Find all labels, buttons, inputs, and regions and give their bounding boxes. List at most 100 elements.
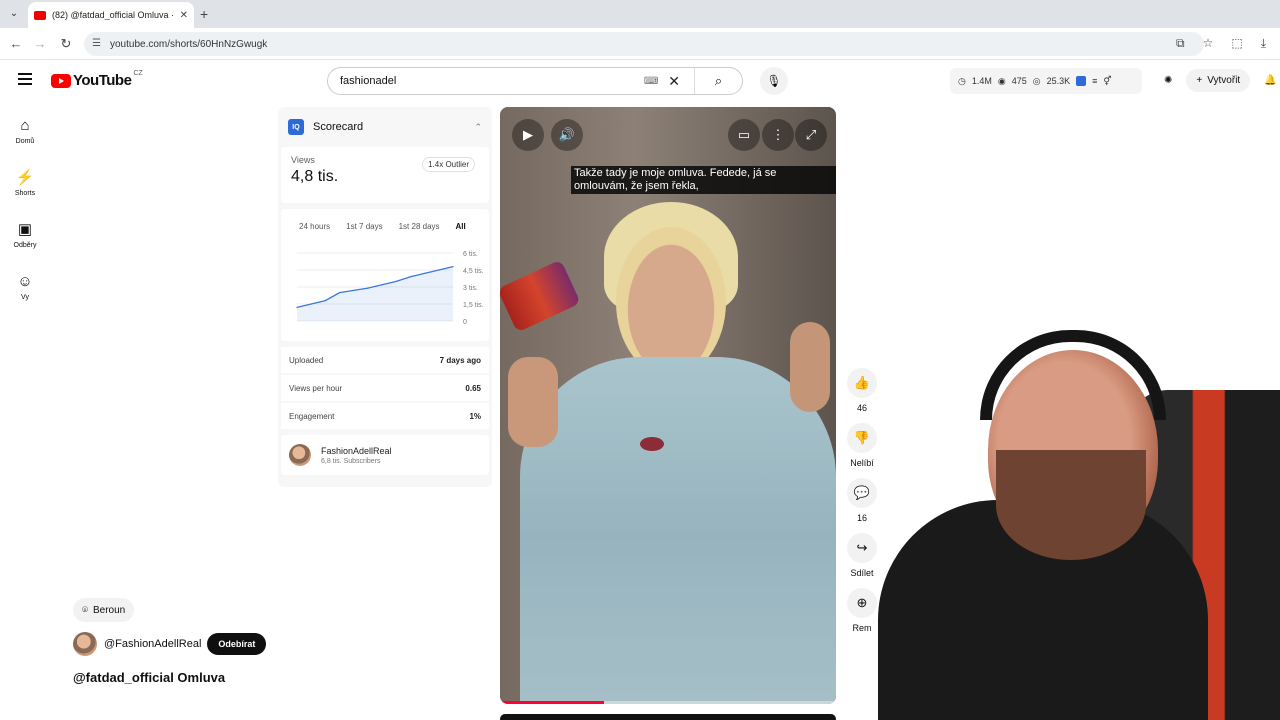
search-input[interactable]: fashionadel [328,75,644,87]
chart-y-tick: 3 tis. [463,285,478,292]
channel-avatar [289,444,311,466]
owner-handle[interactable]: @FashionAdellReal [104,638,201,650]
chart-point [409,276,412,278]
chart-point [367,287,369,289]
nav-item-you[interactable]: ☺ Vy [0,266,50,318]
range-tab-24h[interactable]: 24 hours [299,222,330,231]
voice-search-button[interactable]: 🎙 [760,67,788,95]
shorts-video-player[interactable]: ▶ 🔊 ▭ ⋮ ⤢ Takže tady je moje omluva. Fed… [500,107,836,704]
metric-engagement: Engagement 1% [281,403,489,429]
views-chart-card: 24 hours 1st 7 days 1st 28 days All 6 ti… [281,209,489,341]
nav-item-home[interactable]: ⌂ Domů [0,110,50,162]
nav-item-subscriptions[interactable]: ▣ Odběry [0,214,50,266]
channel-name: FashionAdellReal [321,445,392,456]
location-pin-icon: ⌾ [82,604,88,616]
collapse-chevron-icon[interactable]: ⌃ [474,122,482,133]
fullscreen-button[interactable]: ⤢ [795,119,827,151]
search-icon: ⌕ [714,73,723,88]
download-icon[interactable]: ⤓ [1261,36,1266,51]
stat-subs: 1.4M [971,76,992,86]
vidiq-logo-icon: IQ [288,119,304,135]
location-label: Beroun [93,604,126,616]
keyboard-icon[interactable]: ⌨ [644,76,658,87]
video-title[interactable]: @fatdad_official Omluva [73,670,225,685]
volume-button[interactable]: 🔊 [551,119,583,151]
studio-icon[interactable]: ✺ [1164,75,1172,86]
subscribe-button[interactable]: Odebírat [207,633,267,655]
video-progress-bar[interactable] [500,701,836,704]
list-icon[interactable]: ≡ [1092,76,1097,86]
video-right-hand [790,322,830,412]
metrics-list: Uploaded 7 days ago Views per hour 0.65 … [278,347,492,429]
bookmark-star-icon[interactable]: ☆ [1203,36,1214,51]
nav-label-shorts: Shorts [14,190,36,197]
nav-item-shorts[interactable]: ⚡ Shorts [0,162,50,214]
install-app-icon[interactable]: ⧉ [1176,36,1185,51]
back-icon[interactable]: ← [8,36,24,52]
gender-icon[interactable]: ⚥ [1103,76,1111,87]
notifications-icon[interactable]: 🔔 [1264,75,1276,86]
account-icon: ☺ [17,273,33,290]
chart-y-tick: 1,5 tis. [463,302,484,309]
logo-wordmark: YouTube [73,72,132,89]
range-tab-7d[interactable]: 1st 7 days [346,222,382,231]
nav-label-subscriptions: Odběry [13,242,37,249]
chart-point [395,280,397,282]
play-icon: ▶ [523,127,533,142]
hamburger-menu-icon[interactable] [18,73,32,85]
extensions-icon[interactable]: ⬚ [1231,36,1242,51]
range-tab-all[interactable]: All [456,222,466,231]
more-options-button[interactable]: ⋮ [762,119,794,151]
subscriptions-icon: ▣ [17,221,33,238]
microphone-icon: 🎙 [766,74,782,88]
search-box[interactable]: fashionadel ⌨ ✕ ⌕ [327,67,743,95]
play-button[interactable]: ▶ [512,119,544,151]
browser-actions: ⧉ ☆ ⬚ ⤓ [1176,36,1266,51]
video-owner-row: @FashionAdellReal Odebírat [73,632,267,656]
youtube-logo[interactable]: YouTube CZ [51,70,143,89]
scorecard-header[interactable]: IQ Scorecard ⌃ [278,107,492,147]
clock-icon: ◷ [958,75,966,86]
metric-value: 0.65 [465,383,481,393]
video-hoodie-print [640,437,664,451]
stat-views: 25.3K [1046,76,1071,86]
location-chip[interactable]: ⌾ Beroun [73,598,135,622]
streamer-headset [980,330,1166,420]
next-short-preview[interactable] [500,714,836,720]
captions-button[interactable]: ▭ [728,119,760,151]
tab-close-icon[interactable]: ✕ [180,10,188,21]
chart-point [424,272,426,274]
chart-point [381,284,383,286]
shorts-icon: ⚡ [15,169,35,186]
chart-point [353,289,355,291]
heart-icon: ◉ [997,75,1006,86]
plus-icon: + [1196,75,1203,86]
new-tab-button[interactable]: + [200,6,208,22]
chart-point [324,300,326,302]
forward-icon[interactable]: → [32,36,48,52]
reload-icon[interactable]: ↻ [58,36,74,52]
url-field[interactable]: ☰ youtube.com/shorts/60HnNzGwugk [84,32,1204,56]
youtube-favicon-icon [34,10,46,20]
clear-search-icon[interactable]: ✕ [668,73,680,90]
extension-stats-pill[interactable]: ◷ 1.4M ◉ 475 ◎ 25.3K ≡ ⚥ [950,68,1142,94]
outlier-badge: 1.4x Outlier [422,157,475,172]
chart-y-tick: 0 [463,319,467,326]
owner-avatar[interactable] [73,632,97,656]
search-button[interactable]: ⌕ [694,68,742,94]
chart-point [452,266,454,268]
tab-search-chevron-icon[interactable]: ⌄ [6,6,22,22]
logo-region: CZ [133,70,143,77]
extension-badge-icon[interactable] [1076,76,1087,86]
site-info-icon[interactable]: ☰ [92,38,101,49]
scorecard-channel[interactable]: FashionAdellReal 6,8 tis. Subscribers [281,435,489,475]
browser-tab[interactable]: (82) @fatdad_official Omluva · ✕ [28,2,194,28]
scorecard-title: Scorecard [313,121,364,133]
metric-label: Engagement [289,411,335,421]
header-right: ✺ + Vytvořit 🔔 [1164,69,1277,92]
create-button[interactable]: + Vytvořit [1186,69,1251,92]
volume-icon: 🔊 [558,127,576,142]
nav-label-you: Vy [21,294,29,301]
range-tab-28d[interactable]: 1st 28 days [399,222,440,231]
chart-point [296,306,298,308]
